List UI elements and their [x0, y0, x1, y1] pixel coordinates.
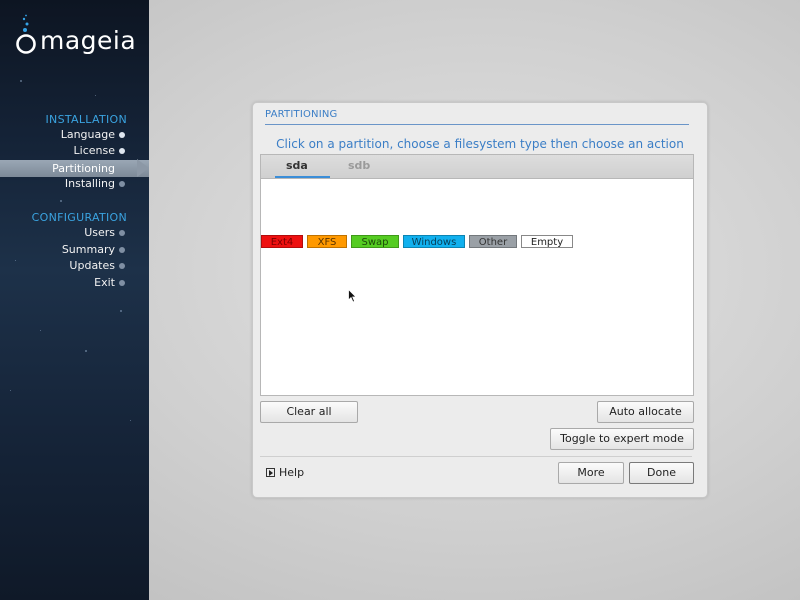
expand-arrow-icon	[266, 468, 275, 477]
sidebar-item-label: Partitioning	[52, 162, 115, 175]
star-decoration	[120, 310, 122, 312]
section-configuration: CONFIGURATION	[31, 211, 127, 224]
sidebar-item-users: Users	[0, 225, 149, 241]
bullet-icon	[119, 263, 125, 269]
toggle-expert-mode-button[interactable]: Toggle to expert mode	[550, 428, 694, 450]
sidebar: mageia INSTALLATION Language License Par…	[0, 0, 149, 600]
brand-name: mageia	[40, 26, 137, 55]
sidebar-item-partitioning: Partitioning	[0, 160, 149, 177]
star-decoration	[60, 200, 62, 202]
help-label: Help	[279, 466, 305, 479]
sidebar-item-label: Summary	[61, 243, 115, 256]
sidebar-item-label: Exit	[94, 276, 115, 289]
bullet-icon	[119, 247, 125, 253]
more-button[interactable]: More	[558, 462, 624, 484]
sidebar-item-label: Updates	[69, 259, 115, 272]
disk-tabs: sda sdb	[260, 154, 694, 179]
sidebar-item-exit: Exit	[0, 275, 149, 291]
bullet-icon	[119, 230, 125, 236]
partition-area[interactable]: Ext4 XFS Swap Windows Other Empty	[260, 178, 694, 396]
legend-other: Other	[469, 235, 517, 248]
title-divider	[265, 124, 689, 125]
sidebar-item-label: License	[73, 144, 115, 157]
star-decoration	[40, 330, 41, 331]
sidebar-item-label: Language	[60, 128, 115, 141]
tab-sda[interactable]: sda	[286, 159, 308, 172]
star-decoration	[95, 95, 96, 96]
bullet-icon	[119, 148, 125, 154]
sidebar-item-license: License	[0, 143, 149, 159]
mouse-cursor-icon	[348, 289, 357, 303]
legend-swap: Swap	[351, 235, 399, 248]
active-step-arrow-icon	[137, 159, 149, 177]
done-button[interactable]: Done	[629, 462, 694, 484]
partitioning-dialog: PARTITIONING Click on a partition, choos…	[252, 102, 708, 498]
sidebar-item-language: Language	[0, 127, 149, 143]
section-installation: INSTALLATION	[45, 113, 127, 126]
legend-xfs: XFS	[307, 235, 347, 248]
legend-ext4: Ext4	[261, 235, 303, 248]
legend-empty: Empty	[521, 235, 573, 248]
instruction-text: Click on a partition, choose a filesyste…	[276, 137, 684, 151]
button-divider	[260, 456, 692, 457]
sidebar-item-summary: Summary	[0, 242, 149, 258]
bullet-icon	[119, 280, 125, 286]
star-decoration	[20, 80, 22, 82]
tab-sdb[interactable]: sdb	[348, 159, 370, 172]
sidebar-item-label: Installing	[64, 177, 115, 190]
bullet-icon	[119, 132, 125, 138]
dialog-title: PARTITIONING	[265, 109, 338, 120]
sidebar-item-updates: Updates	[0, 258, 149, 274]
legend-windows: Windows	[403, 235, 465, 248]
clear-all-button[interactable]: Clear all	[260, 401, 358, 423]
star-decoration	[130, 420, 131, 421]
sidebar-item-installing: Installing	[0, 176, 149, 192]
star-decoration	[85, 350, 87, 352]
sidebar-item-label: Users	[84, 226, 115, 239]
bullet-icon	[119, 181, 125, 187]
star-decoration	[10, 390, 11, 391]
auto-allocate-button[interactable]: Auto allocate	[597, 401, 694, 423]
help-link[interactable]: Help	[266, 466, 304, 479]
